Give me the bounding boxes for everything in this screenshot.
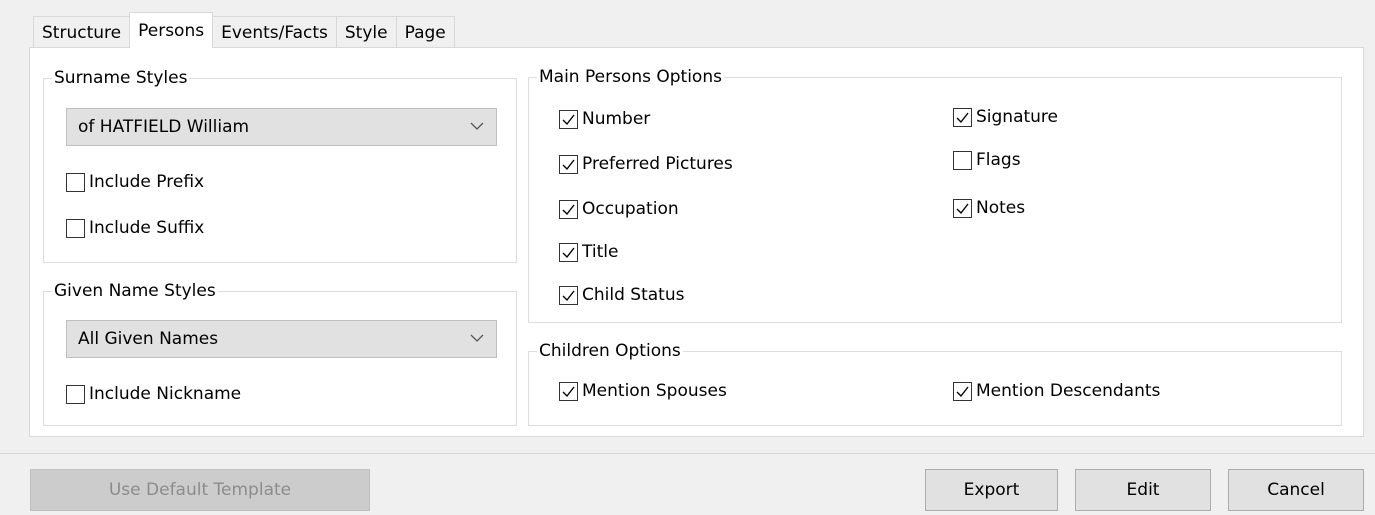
checkmark-icon xyxy=(559,109,578,129)
use-default-template-button[interactable]: Use Default Template xyxy=(30,469,370,511)
given-name-styles-title: Given Name Styles xyxy=(52,281,218,301)
include-suffix-label: Include Suffix xyxy=(89,218,205,238)
occupation-label: Occupation xyxy=(582,199,679,219)
checkmark-icon xyxy=(559,381,578,401)
unchecked-box-icon xyxy=(66,172,85,192)
checkmark-icon xyxy=(559,285,578,305)
chevron-down-icon xyxy=(470,122,484,130)
title-label: Title xyxy=(582,242,619,262)
main-persons-options-title: Main Persons Options xyxy=(537,67,724,87)
checkmark-icon xyxy=(953,198,972,218)
number-label: Number xyxy=(582,109,651,129)
tab-strip: Structure Persons Events/Facts Style Pag… xyxy=(33,12,455,48)
unchecked-box-icon xyxy=(66,218,85,238)
given-name-style-value: All Given Names xyxy=(78,329,219,349)
tab-style[interactable]: Style xyxy=(335,16,397,48)
flags-label: Flags xyxy=(976,150,1021,170)
main-persons-options-group: Main Persons Options Number Preferred Pi… xyxy=(528,67,1342,323)
tab-page[interactable]: Page xyxy=(395,16,455,48)
checkmark-icon xyxy=(559,242,578,262)
notes-label: Notes xyxy=(976,198,1026,218)
checkmark-icon xyxy=(559,154,578,174)
number-checkbox[interactable]: Number xyxy=(559,108,650,130)
mention-spouses-label: Mention Spouses xyxy=(582,381,727,401)
surname-style-dropdown[interactable]: of HATFIELD William xyxy=(66,108,497,146)
tab-structure[interactable]: Structure xyxy=(33,16,131,48)
export-button[interactable]: Export xyxy=(925,469,1058,511)
tab-persons[interactable]: Persons xyxy=(129,12,214,48)
include-prefix-checkbox[interactable]: Include Prefix xyxy=(66,171,204,193)
preferred-pictures-label: Preferred Pictures xyxy=(582,154,733,174)
include-suffix-checkbox[interactable]: Include Suffix xyxy=(66,217,204,239)
mention-descendants-label: Mention Descendants xyxy=(976,381,1161,401)
cancel-button[interactable]: Cancel xyxy=(1228,469,1364,511)
checkmark-icon xyxy=(953,381,972,401)
signature-checkbox[interactable]: Signature xyxy=(953,106,1058,128)
footer-divider xyxy=(0,453,1375,454)
signature-label: Signature xyxy=(976,107,1059,127)
surname-styles-group: Surname Styles of HATFIELD William Inclu… xyxy=(43,68,517,263)
surname-styles-title: Surname Styles xyxy=(52,68,190,88)
tab-events-facts[interactable]: Events/Facts xyxy=(212,16,337,48)
mention-descendants-checkbox[interactable]: Mention Descendants xyxy=(953,380,1160,402)
checkmark-icon xyxy=(953,107,972,127)
given-name-styles-group: Given Name Styles All Given Names Includ… xyxy=(43,281,517,426)
unchecked-box-icon xyxy=(953,150,972,170)
notes-checkbox[interactable]: Notes xyxy=(953,197,1025,219)
given-name-style-dropdown[interactable]: All Given Names xyxy=(66,320,497,358)
mention-spouses-checkbox[interactable]: Mention Spouses xyxy=(559,380,727,402)
persons-tab-panel: Surname Styles of HATFIELD William Inclu… xyxy=(29,47,1364,437)
children-options-group: Children Options Mention Spouses Mention… xyxy=(528,341,1342,426)
edit-button[interactable]: Edit xyxy=(1075,469,1211,511)
flags-checkbox[interactable]: Flags xyxy=(953,149,1021,171)
include-prefix-label: Include Prefix xyxy=(89,172,205,192)
preferred-pictures-checkbox[interactable]: Preferred Pictures xyxy=(559,153,733,175)
title-checkbox[interactable]: Title xyxy=(559,241,618,263)
child-status-label: Child Status xyxy=(582,285,685,305)
unchecked-box-icon xyxy=(66,384,85,404)
occupation-checkbox[interactable]: Occupation xyxy=(559,198,679,220)
include-nickname-label: Include Nickname xyxy=(89,384,242,404)
chevron-down-icon xyxy=(470,334,484,342)
surname-style-value: of HATFIELD William xyxy=(78,117,250,137)
include-nickname-checkbox[interactable]: Include Nickname xyxy=(66,383,241,405)
child-status-checkbox[interactable]: Child Status xyxy=(559,284,684,306)
checkmark-icon xyxy=(559,199,578,219)
children-options-title: Children Options xyxy=(537,341,683,361)
